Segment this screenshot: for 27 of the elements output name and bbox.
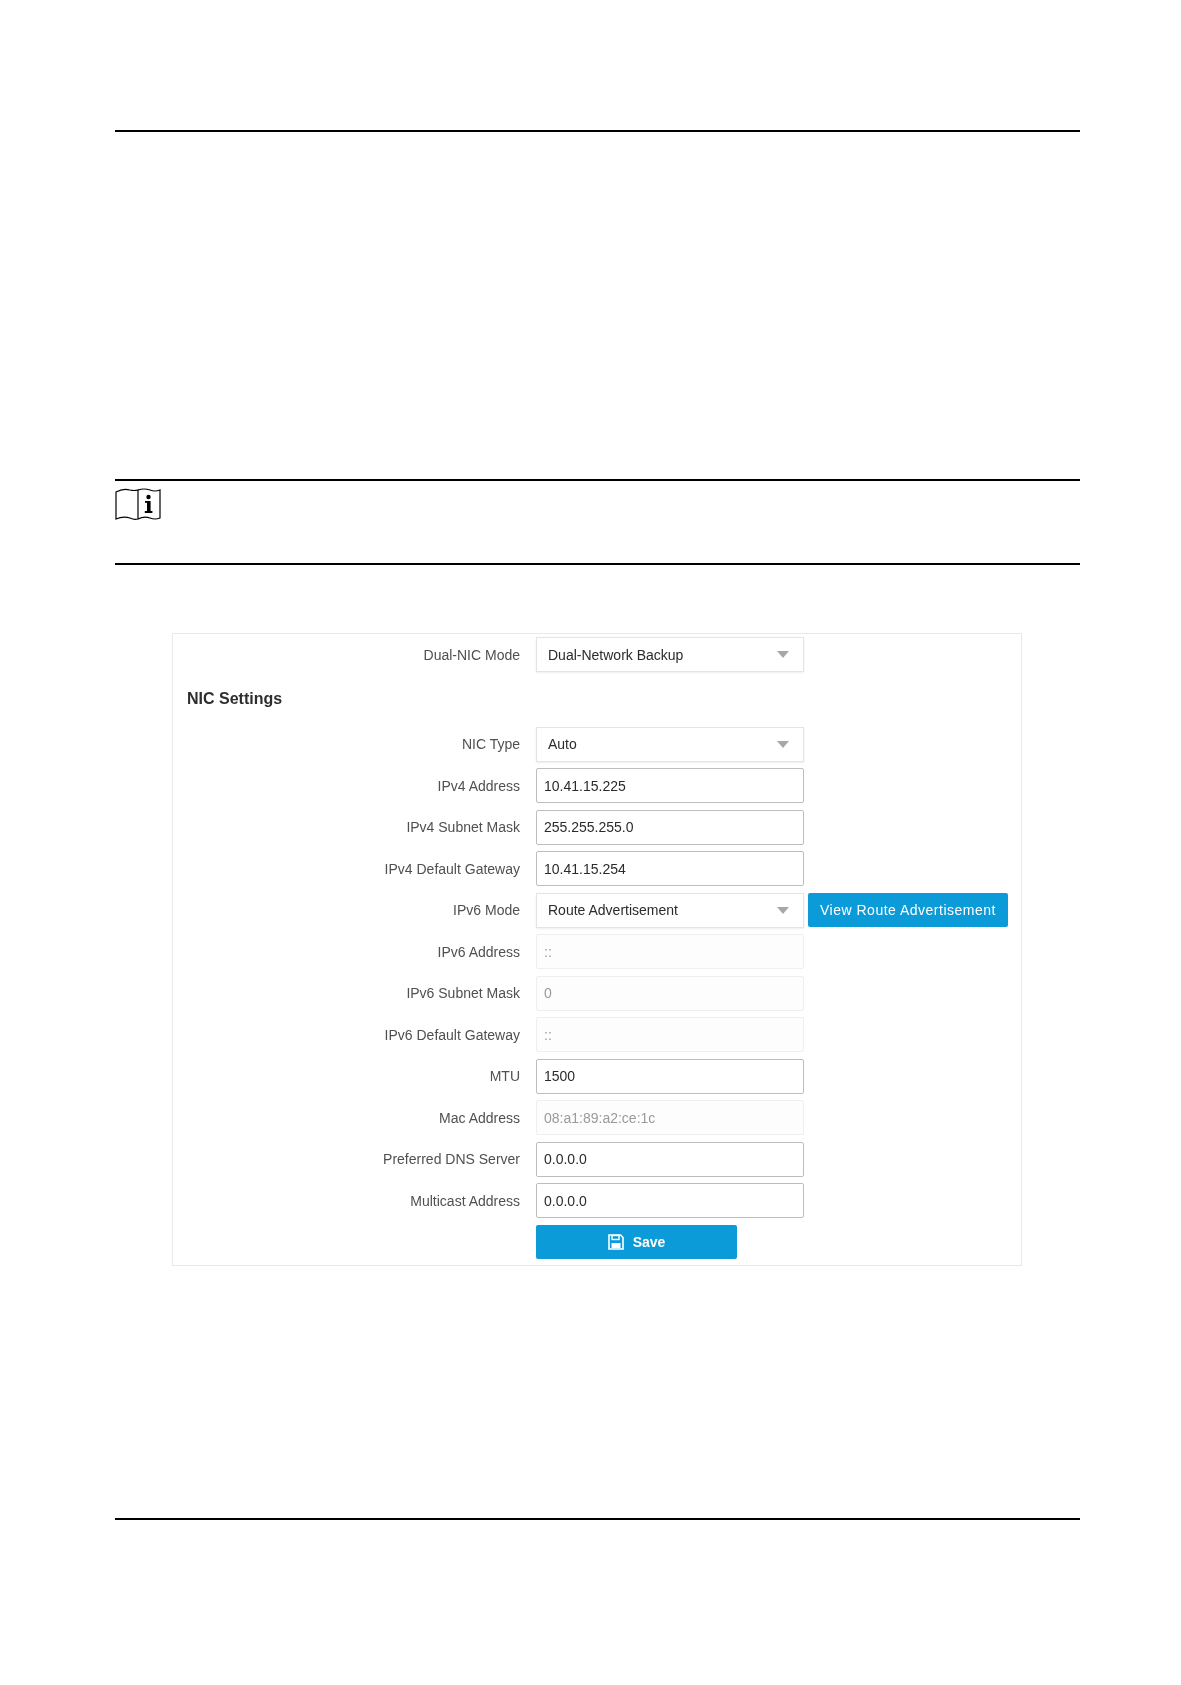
field-label: IPv4 Subnet Mask	[405, 819, 520, 835]
text-field[interactable]: 0.0.0.0	[536, 1141, 804, 1177]
text-field[interactable]: 255.255.255.0	[536, 809, 804, 845]
field-label: MTU	[488, 1068, 520, 1084]
field-label: NIC Type	[460, 736, 520, 752]
info-book-icon	[115, 487, 161, 521]
text-field[interactable]: 10.41.15.254	[536, 851, 804, 886]
field-label: IPv4 Address	[436, 777, 520, 794]
field-label: IPv6 Mode	[452, 902, 520, 918]
field-label: IPv6 Default Gateway	[383, 1026, 520, 1043]
dropdown[interactable]: Auto	[536, 726, 804, 762]
field-label: Preferred DNS Server	[382, 1151, 520, 1167]
dropdown[interactable]: Dual-Network Backup	[536, 637, 804, 672]
dropdown[interactable]: Route Advertisement	[536, 892, 804, 928]
text-field[interactable]: 10.41.15.225	[536, 768, 804, 803]
field-label: Multicast Address	[409, 1192, 520, 1209]
section-heading: NIC Settings	[187, 689, 283, 708]
text-field[interactable]: 1500	[536, 1058, 804, 1094]
caret-icon	[777, 651, 789, 658]
field-label: Mac Address	[438, 1109, 520, 1126]
caret-icon	[777, 740, 789, 748]
field-label: IPv6 Address	[436, 943, 520, 960]
field-label: IPv4 Default Gateway	[383, 860, 520, 877]
caret-icon	[777, 906, 789, 914]
field-label: Dual-NIC Mode	[422, 646, 520, 663]
text-field[interactable]: 0.0.0.0	[536, 1183, 804, 1218]
field-label: IPv6 Subnet Mask	[405, 985, 520, 1001]
